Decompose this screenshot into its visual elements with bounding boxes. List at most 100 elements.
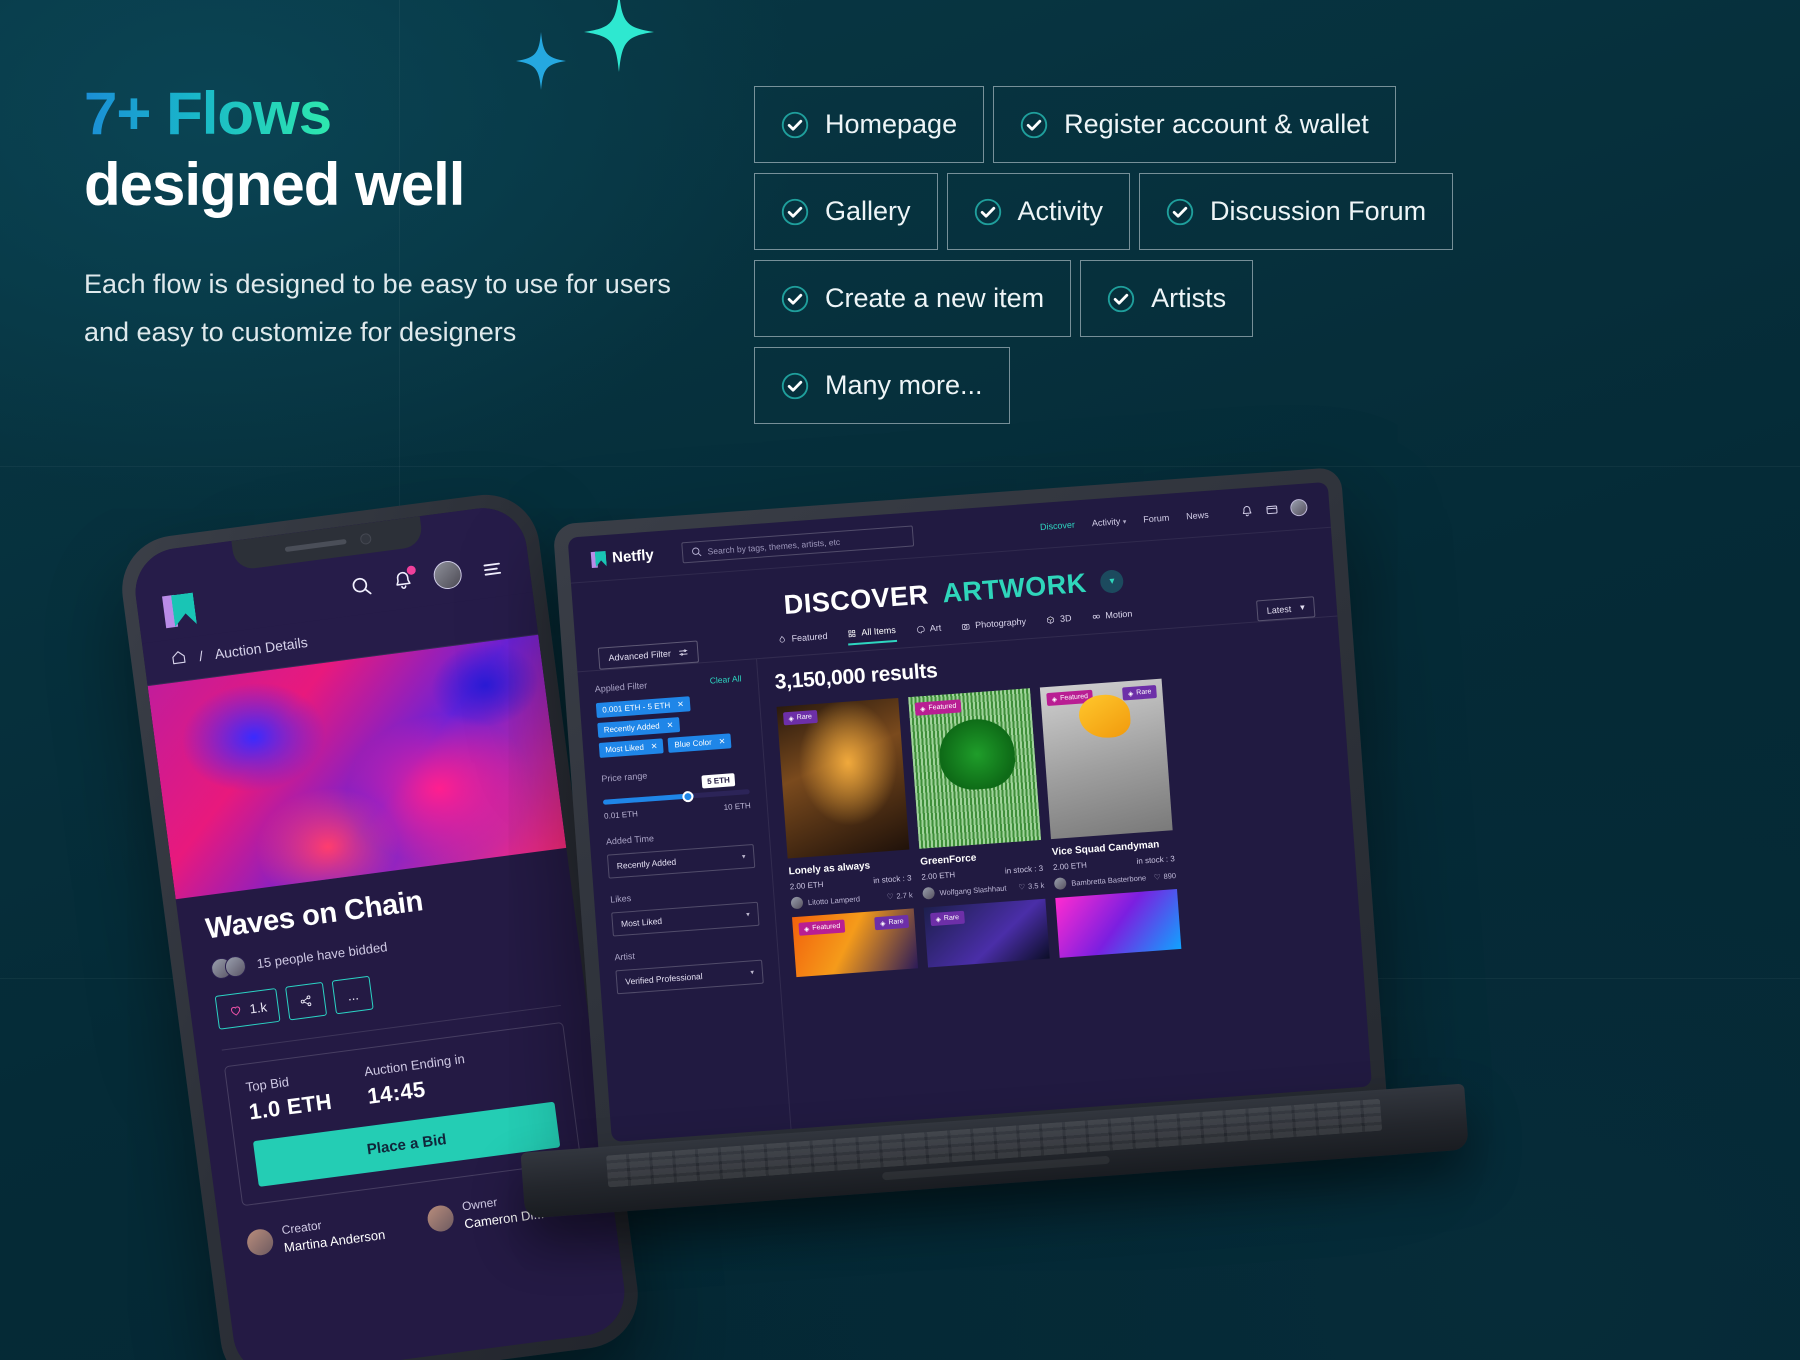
applied-filter-chips: 0.001 ETH - 5 ETH ✕ Recently Added ✕ Most …	[595, 692, 747, 758]
check-circle-icon	[781, 372, 809, 399]
close-icon[interactable]: ✕	[677, 700, 684, 709]
close-icon[interactable]: ✕	[718, 737, 725, 746]
flow-chip-row-1: Homepage Register account & wallet	[754, 86, 1494, 163]
results-panel: 3,150,000 results ◈ Rare Lonely as alway…	[757, 617, 1372, 1143]
artist-select[interactable]: Verified Professional ▾	[615, 959, 764, 995]
likes-select[interactable]: Most Liked ▾	[611, 901, 760, 937]
artwork-card[interactable]: ◈ Rare	[923, 898, 1050, 968]
nav-links: Discover Activity ▾ Forum News	[1040, 509, 1209, 531]
netfly-logo-icon[interactable]	[162, 593, 196, 629]
tab-featured[interactable]: Featured	[777, 631, 828, 650]
like-button[interactable]: 1.k	[214, 987, 281, 1030]
tab-all-items[interactable]: All Items	[847, 624, 897, 646]
nav-item-forum[interactable]: Forum	[1143, 512, 1170, 524]
page-heading-artwork: ARTWORK	[941, 567, 1088, 609]
artwork-price-row: 2.00 ETH in stock : 3	[921, 864, 1043, 882]
chevron-down-icon: ▾	[745, 911, 750, 919]
decor-hline-1	[0, 466, 1800, 467]
flow-chip-create-a-new-item[interactable]: Create a new item	[754, 260, 1072, 337]
breadcrumb-separator: /	[198, 647, 205, 665]
creator-block[interactable]: Creator Martina Anderson	[245, 1210, 386, 1260]
status-badge: ◈ Featured	[914, 699, 962, 716]
artwork-stock: in stock : 3	[872, 873, 912, 886]
flow-chip-row-4: Many more...	[754, 347, 1494, 424]
hero-section: 7+ Flows designed well Each flow is desi…	[84, 81, 704, 357]
artwork-artist: Litotto Lamperd	[807, 893, 861, 907]
applied-chip-blue-color[interactable]: Blue Color ✕	[667, 733, 732, 753]
flow-chip-many-more[interactable]: Many more...	[754, 347, 1010, 424]
chevron-down-icon[interactable]: ▾	[1099, 569, 1125, 594]
close-icon[interactable]: ✕	[650, 742, 657, 751]
artwork-stock: in stock : 3	[1004, 863, 1044, 876]
artwork-card[interactable]: ◈ Featured ◈ Rare Vice Squad Candyman 2.…	[1039, 678, 1177, 890]
price-range-bubble: 5 ETH	[701, 773, 736, 789]
check-circle-icon	[781, 111, 809, 138]
applied-filter-header: Applied Filter Clear All	[594, 673, 741, 694]
nav-item-news[interactable]: News	[1186, 509, 1209, 521]
flow-chip-list: Homepage Register account & wallet Galle…	[754, 86, 1494, 434]
home-icon[interactable]	[169, 648, 188, 670]
check-circle-icon	[1107, 285, 1135, 312]
artwork-likes: ♡ 3.5 k	[1018, 880, 1045, 892]
artwork-price-row: 2.00 ETH in stock : 3	[1053, 854, 1175, 872]
applied-chip-most-liked[interactable]: Most Liked ✕	[598, 738, 665, 758]
bell-icon[interactable]	[391, 565, 417, 594]
hamburger-menu-icon[interactable]	[480, 557, 505, 582]
applied-chip-price[interactable]: 0.001 ETH - 5 ETH ✕	[595, 696, 691, 719]
brand-logo[interactable]: Netfly	[590, 546, 655, 568]
flow-chip-discussion-forum[interactable]: Discussion Forum	[1139, 173, 1454, 250]
flow-chip-artists[interactable]: Artists	[1080, 260, 1254, 337]
price-range-label: Price range	[601, 770, 648, 784]
artwork-artist-row: Wolfgang Slashhaut ♡ 3.5 k	[922, 879, 1045, 900]
artwork-card[interactable]: ◈ Rare Lonely as always 2.00 ETH in stoc…	[776, 697, 914, 910]
artwork-price: 2.00 ETH	[1052, 860, 1088, 873]
artwork-card[interactable]: ◈ Featured GreenForce 2.00 ETH in stock …	[908, 688, 1045, 900]
tab-3d[interactable]: 3D	[1046, 613, 1073, 630]
brand-name: Netfly	[611, 546, 655, 567]
artwork-card[interactable]	[1055, 889, 1182, 958]
sort-dropdown[interactable]: Latest ▾	[1255, 596, 1316, 622]
price-min: 0.01 ETH	[603, 809, 639, 821]
price-range-slider[interactable]: 5 ETH 0.01 ETH 10 ETH	[602, 773, 751, 821]
more-button[interactable]: ...	[331, 975, 375, 1015]
likes-label: Likes	[609, 893, 632, 905]
check-circle-icon	[974, 198, 1001, 225]
discover-main: Applied Filter Clear All 0.001 ETH - 5 E…	[577, 615, 1372, 1143]
avatar	[1053, 877, 1067, 890]
slider-knob[interactable]	[682, 790, 694, 802]
tab-motion[interactable]: Motion	[1091, 609, 1133, 627]
avatar	[790, 896, 804, 910]
wallet-icon[interactable]	[1265, 503, 1279, 517]
flow-chip-label: Gallery	[825, 196, 911, 226]
laptop-lid: Netfly Search by tags, themes, artists, …	[552, 466, 1388, 1164]
applied-chip-recently-added[interactable]: Recently Added ✕	[597, 717, 680, 739]
added-time-select[interactable]: Recently Added ▾	[606, 843, 756, 879]
search-icon[interactable]	[349, 574, 374, 599]
flow-chip-homepage[interactable]: Homepage	[754, 86, 985, 163]
artwork-likes: ♡ 2.7 k	[886, 889, 913, 901]
tab-photography[interactable]: Photography	[961, 616, 1027, 636]
avatar[interactable]	[1289, 498, 1308, 517]
bell-icon[interactable]	[1240, 504, 1254, 518]
clear-all-button[interactable]: Clear All	[709, 673, 741, 685]
laptop-screen: Netfly Search by tags, themes, artists, …	[567, 481, 1372, 1143]
motion-icon	[1092, 614, 1100, 619]
artwork-thumbnail	[1055, 889, 1182, 958]
top-bid-value: 1.0 ETH	[247, 1088, 334, 1125]
artwork-artist: Bambretta Basterbone	[1070, 872, 1147, 888]
avatar[interactable]	[431, 559, 464, 591]
flow-chip-register-account-wallet[interactable]: Register account & wallet	[993, 86, 1396, 163]
flow-chip-row-3: Create a new item Artists	[754, 260, 1494, 337]
flow-chip-activity[interactable]: Activity	[946, 173, 1131, 250]
share-button[interactable]	[285, 981, 328, 1021]
nav-item-discover[interactable]: Discover	[1040, 519, 1076, 532]
close-icon[interactable]: ✕	[666, 720, 673, 729]
search-icon	[691, 547, 702, 557]
artwork-card[interactable]: ◈ Featured ◈ Rare	[792, 908, 919, 978]
nav-item-activity[interactable]: Activity ▾	[1091, 515, 1126, 528]
search-input[interactable]: Search by tags, themes, artists, etc	[680, 525, 914, 564]
tab-art[interactable]: Art	[915, 623, 942, 640]
flow-chip-row-2: Gallery Activity Discussion Forum	[754, 173, 1494, 250]
check-circle-icon	[1020, 111, 1048, 138]
flow-chip-gallery[interactable]: Gallery	[754, 173, 938, 250]
